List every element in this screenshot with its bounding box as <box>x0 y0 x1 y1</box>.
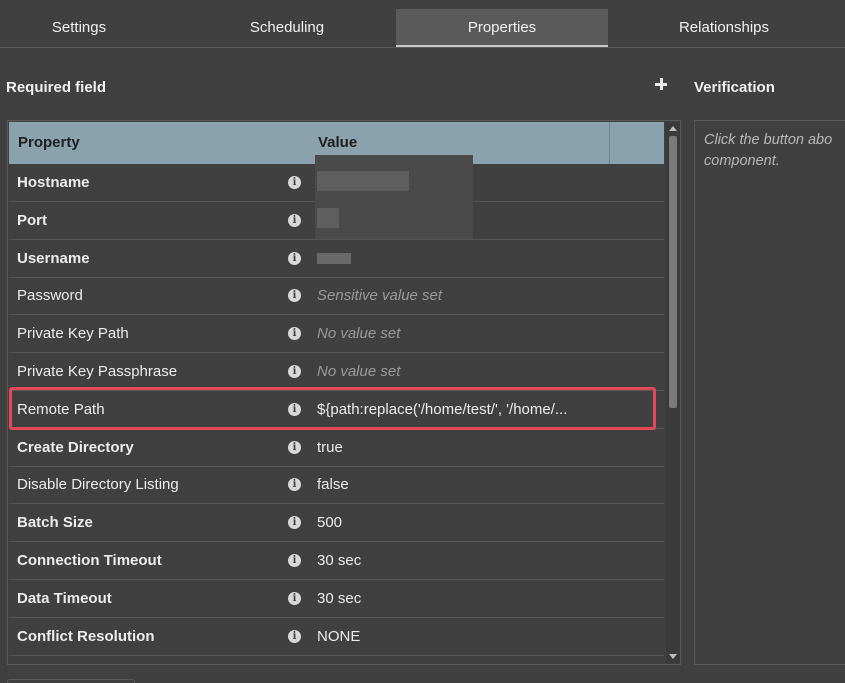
redacted-hostname <box>317 171 409 191</box>
info-icon[interactable]: i <box>288 591 301 605</box>
properties-table: Property Value Hostname i Port i Username i Pa… <box>7 120 681 665</box>
remote-path-highlight <box>9 387 656 430</box>
table-row[interactable]: Create Directory i true <box>9 429 664 467</box>
property-name: Data Timeout <box>17 589 112 607</box>
property-name: Disable Directory Listing <box>17 476 179 494</box>
redacted-port <box>317 208 339 228</box>
info-icon[interactable]: i <box>288 213 301 227</box>
bottom-button[interactable] <box>7 679 135 683</box>
property-name: Create Directory <box>17 438 134 456</box>
verification-panel: Click the button abo component. <box>694 120 845 665</box>
property-name: Conflict Resolution <box>17 627 155 645</box>
info-icon[interactable]: i <box>288 289 301 303</box>
table-row[interactable]: Password i Sensitive value set <box>9 277 664 316</box>
property-name: Username <box>17 249 90 267</box>
property-value[interactable]: 30 sec <box>317 580 361 618</box>
info-icon[interactable]: i <box>288 440 301 454</box>
scroll-thumb[interactable] <box>669 136 677 408</box>
property-value[interactable]: false <box>317 466 349 504</box>
info-icon[interactable]: i <box>288 554 301 567</box>
property-name: Password <box>17 287 83 305</box>
scroll-down-icon[interactable] <box>669 654 677 659</box>
column-header-property[interactable]: Property <box>18 122 80 164</box>
required-field-label: Required field <box>6 79 107 96</box>
property-value[interactable]: 500 <box>317 504 342 542</box>
table-row[interactable]: Private Key Passphrase i No value set <box>9 353 664 391</box>
scroll-up-icon[interactable] <box>669 126 677 131</box>
property-value[interactable]: No value set <box>317 315 400 353</box>
table-row[interactable]: Batch Size i 500 <box>9 504 664 543</box>
property-name: Connection Timeout <box>17 552 162 569</box>
table-row[interactable]: Connection Timeout i 30 sec <box>9 542 664 580</box>
table-row[interactable]: Data Timeout i 30 sec <box>9 580 664 618</box>
column-divider <box>609 122 610 164</box>
property-name: Private Key Path <box>17 325 129 343</box>
info-icon[interactable]: i <box>288 251 301 265</box>
property-value[interactable]: NONE <box>317 618 360 656</box>
property-value[interactable]: Sensitive value set <box>317 277 442 315</box>
vertical-scrollbar[interactable] <box>666 122 680 663</box>
property-name: Port <box>17 211 47 229</box>
property-name: Hostname <box>17 174 90 191</box>
info-icon[interactable]: i <box>288 516 301 530</box>
tab-properties[interactable]: Properties <box>396 9 608 47</box>
plus-icon[interactable] <box>653 76 671 94</box>
table-row[interactable]: Conflict Resolution i NONE <box>9 618 664 656</box>
tab-bar: Settings Scheduling Properties Relations… <box>0 0 845 48</box>
property-name: Private Key Passphrase <box>17 363 178 380</box>
property-value[interactable]: 30 sec <box>317 542 361 580</box>
tab-relationships[interactable]: Relationships <box>620 9 828 47</box>
info-icon[interactable]: i <box>288 327 301 341</box>
tab-settings[interactable]: Settings <box>0 9 158 47</box>
info-icon[interactable]: i <box>288 629 301 643</box>
tab-scheduling[interactable]: Scheduling <box>188 9 386 47</box>
table-row[interactable]: Private Key Path i No value set <box>9 315 664 354</box>
property-name: Batch Size <box>17 514 93 532</box>
table-row[interactable]: Disable Directory Listing i false <box>9 466 664 505</box>
verification-hint: Click the button abo component. <box>704 132 833 169</box>
info-icon[interactable]: i <box>288 478 301 492</box>
info-icon[interactable]: i <box>288 365 301 378</box>
redacted-username <box>317 253 351 264</box>
property-value[interactable]: No value set <box>317 353 400 391</box>
verification-title: Verification <box>694 79 775 96</box>
property-value[interactable]: true <box>317 429 343 467</box>
info-icon[interactable]: i <box>288 176 301 189</box>
